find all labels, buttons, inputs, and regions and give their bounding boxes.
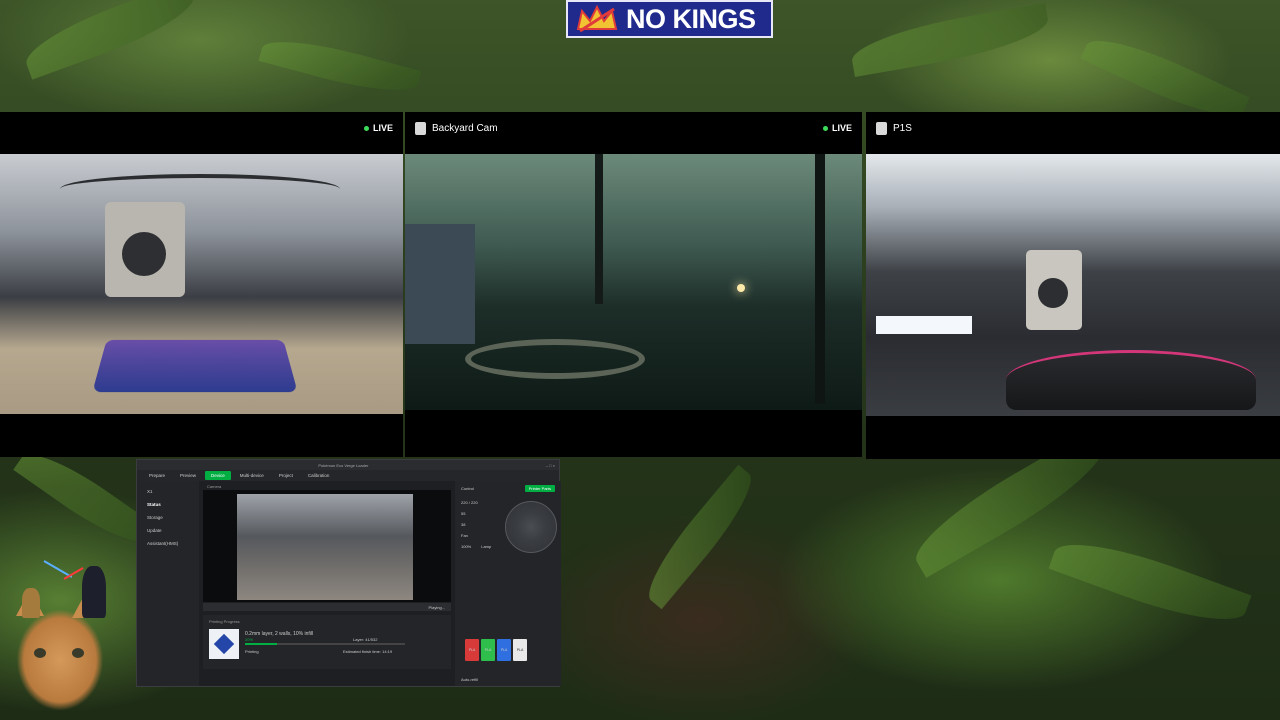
printed-object (1006, 350, 1256, 410)
app-title: Pokémon Eco Verge Loader (318, 463, 368, 468)
yard-light (737, 284, 745, 292)
printing-progress: Printing Progress 0.2mm layer, 2 walls, … (203, 615, 451, 669)
jog-wheel[interactable] (505, 501, 557, 553)
live-label: LIVE (832, 123, 852, 133)
figurine (22, 588, 40, 618)
tree-trunk (595, 154, 603, 304)
printer-camera-feed (0, 154, 403, 414)
video-status: Playing... (429, 605, 445, 610)
estimate-finish: Estimated finish time: 14:19 (343, 649, 392, 654)
camera-title: P1S (893, 123, 912, 134)
cat-eye (72, 648, 84, 658)
job-name: 0.2mm layer, 2 walls, 10% infill (245, 631, 313, 637)
live-label: LIVE (373, 123, 393, 133)
camera-section-label: Camera (207, 484, 221, 489)
tab-preview[interactable]: Preview (174, 471, 202, 480)
window-controls[interactable]: – □ × (546, 463, 555, 468)
light-strip (876, 316, 972, 334)
ams-slots: PLA PLA PLA PLA (465, 639, 527, 661)
toolhead-fan-icon (1038, 278, 1068, 308)
progress-percent: 20% (245, 637, 253, 642)
model-thumbnail (209, 629, 239, 659)
cat-avatar (0, 570, 130, 720)
figurine (82, 566, 106, 618)
cable-chain (60, 174, 340, 204)
printer-video (203, 490, 451, 602)
tab-prepare[interactable]: Prepare (143, 471, 171, 480)
progress-fill (245, 643, 277, 645)
banner-text: NO KINGS (626, 4, 756, 35)
app-tabs: Prepare Preview Device Multi-device Proj… (137, 470, 559, 481)
live-indicator: LIVE (364, 123, 393, 133)
control-header: Control Printer Parts (461, 485, 555, 492)
camera-panel-center: Backyard Cam LIVE (405, 112, 862, 457)
control-title: Control (461, 486, 474, 491)
live-dot-icon (364, 126, 369, 131)
tab-calibration[interactable]: Calibration (302, 471, 336, 480)
progress-title: Printing Progress (209, 619, 445, 624)
layer-info: Layer: 41/532 (353, 637, 377, 642)
video-frame (237, 494, 413, 600)
camera-icon (876, 122, 887, 135)
camera-panel-left: LIVE (0, 112, 403, 457)
backyard-camera-feed (405, 154, 862, 410)
sidebar-item-storage[interactable]: Storage (143, 511, 193, 524)
sidebar-item-update[interactable]: Update (143, 524, 193, 537)
tab-device[interactable]: Device (205, 471, 231, 480)
lamp-toggle[interactable]: Lamp (481, 544, 491, 549)
toolhead-fan-icon (122, 232, 166, 276)
crown-icon (574, 3, 620, 35)
p1s-camera-feed (866, 154, 1280, 416)
sidebar-item-status[interactable]: Status (143, 498, 193, 511)
ams-slot-1[interactable]: PLA (465, 639, 479, 661)
live-indicator: LIVE (823, 123, 852, 133)
tab-project[interactable]: Project (273, 471, 299, 480)
print-bed-object (92, 340, 297, 392)
printer-selector[interactable]: X1 (143, 485, 193, 498)
ams-slot-3[interactable]: PLA (497, 639, 511, 661)
cat-eye (34, 648, 46, 658)
live-dot-icon (823, 126, 828, 131)
speed-control[interactable]: 100% (461, 544, 471, 549)
camera-header: P1S (866, 112, 1280, 144)
print-status: Printing (245, 649, 259, 654)
app-titlebar: Pokémon Eco Verge Loader – □ × (137, 460, 559, 470)
video-status-bar: Playing... (203, 603, 451, 611)
tree-trunk (815, 154, 825, 404)
ams-slot-2[interactable]: PLA (481, 639, 495, 661)
control-panel: Control Printer Parts 220 / 220 55 38 Fa… (455, 481, 561, 686)
auto-refill[interactable]: Auto-refill (461, 677, 478, 682)
sidebar-item-assistant[interactable]: Assistant(HMS) (143, 537, 193, 550)
printer-parts-button[interactable]: Printer Parts (525, 485, 555, 492)
tab-multi-device[interactable]: Multi-device (234, 471, 270, 480)
progress-bar (245, 643, 405, 645)
camera-icon (415, 122, 426, 135)
camera-panel-right: P1S (866, 112, 1280, 459)
no-kings-banner: NO KINGS (566, 0, 773, 38)
fire-pit (465, 339, 645, 379)
slicer-app-window: Pokémon Eco Verge Loader – □ × Prepare P… (136, 459, 560, 687)
camera-title: Backyard Cam (432, 123, 498, 134)
camera-header: Backyard Cam LIVE (405, 112, 862, 144)
camera-header: LIVE (0, 112, 403, 144)
house-wall (405, 224, 475, 344)
ams-slot-4[interactable]: PLA (513, 639, 527, 661)
device-sidebar: X1 Status Storage Update Assistant(HMS) (137, 481, 199, 686)
